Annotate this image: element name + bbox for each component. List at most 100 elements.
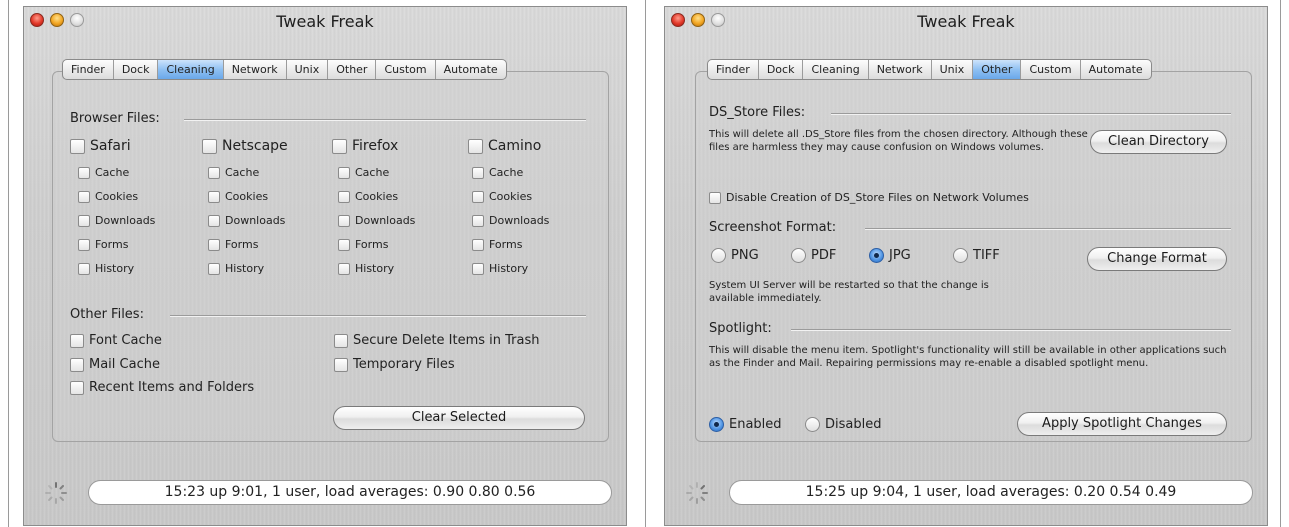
camino-forms-checkbox[interactable]: Forms — [472, 238, 522, 251]
tab-other[interactable]: Other — [973, 60, 1022, 79]
camino-checkbox[interactable]: Camino — [468, 138, 541, 154]
checkbox-box[interactable] — [472, 262, 484, 275]
netscape-cookies-checkbox[interactable]: Cookies — [208, 190, 268, 203]
format-png-radio[interactable]: PNG — [711, 248, 759, 263]
mail-cache-checkbox[interactable]: Mail Cache — [70, 357, 160, 372]
tab-automate[interactable]: Automate — [436, 60, 506, 79]
checkbox-box[interactable] — [334, 357, 348, 372]
checkbox-box[interactable] — [472, 238, 484, 251]
netscape-checkbox[interactable]: Netscape — [202, 138, 288, 154]
firefox-downloads-checkbox[interactable]: Downloads — [338, 214, 415, 227]
radio-circle[interactable] — [805, 417, 820, 432]
tab-custom[interactable]: Custom — [376, 60, 436, 79]
safari-cache-checkbox[interactable]: Cache — [78, 166, 129, 179]
spotlight-disabled-radio[interactable]: Disabled — [805, 417, 881, 432]
safari-downloads-checkbox[interactable]: Downloads — [78, 214, 155, 227]
spotlight-enabled-radio[interactable]: Enabled — [709, 417, 782, 432]
checkbox-label: Forms — [489, 238, 523, 251]
tab-other[interactable]: Other — [328, 60, 377, 79]
browser-files-separator — [184, 119, 586, 121]
checkbox-box[interactable] — [202, 138, 217, 154]
radio-label: TIFF — [973, 248, 1000, 263]
checkbox-box[interactable] — [338, 262, 350, 275]
checkbox-box[interactable] — [70, 357, 84, 372]
tab-custom[interactable]: Custom — [1021, 60, 1081, 79]
checkbox-box[interactable] — [78, 166, 90, 179]
checkbox-box[interactable] — [208, 166, 220, 179]
tab-finder[interactable]: Finder — [63, 60, 114, 79]
tab-network[interactable]: Network — [869, 60, 932, 79]
checkbox-box[interactable] — [334, 333, 348, 348]
change-format-button[interactable]: Change Format — [1087, 247, 1227, 271]
apply-spotlight-changes-button[interactable]: Apply Spotlight Changes — [1017, 412, 1227, 436]
clear-selected-button[interactable]: Clear Selected — [333, 406, 585, 430]
checkbox-box[interactable] — [70, 333, 84, 348]
radio-circle-selected[interactable] — [709, 417, 724, 432]
tab-cleaning[interactable]: Cleaning — [158, 60, 224, 79]
tab-automate[interactable]: Automate — [1081, 60, 1151, 79]
firefox-cookies-checkbox[interactable]: Cookies — [338, 190, 398, 203]
checkbox-box[interactable] — [709, 191, 721, 204]
radio-label: Enabled — [729, 417, 782, 432]
netscape-history-checkbox[interactable]: History — [208, 262, 264, 275]
camino-label: Camino — [488, 138, 542, 154]
netscape-forms-checkbox[interactable]: Forms — [208, 238, 258, 251]
format-jpg-radio[interactable]: JPG — [869, 248, 911, 263]
firefox-history-checkbox[interactable]: History — [338, 262, 394, 275]
camino-cache-checkbox[interactable]: Cache — [472, 166, 523, 179]
checkbox-box[interactable] — [338, 238, 350, 251]
camino-history-checkbox[interactable]: History — [472, 262, 528, 275]
checkbox-box[interactable] — [208, 262, 220, 275]
radio-circle[interactable] — [953, 248, 968, 263]
tab-dock[interactable]: Dock — [114, 60, 159, 79]
checkbox-box[interactable] — [78, 238, 90, 251]
checkbox-box[interactable] — [332, 138, 347, 154]
checkbox-label: History — [225, 262, 265, 275]
disable-ds-store-checkbox[interactable]: Disable Creation of DS_Store Files on Ne… — [709, 191, 1029, 204]
safari-checkbox[interactable]: Safari — [70, 138, 131, 154]
checkbox-box[interactable] — [208, 238, 220, 251]
checkbox-box[interactable] — [472, 190, 484, 203]
clean-directory-button[interactable]: Clean Directory — [1090, 130, 1227, 154]
tab-cleaning[interactable]: Cleaning — [803, 60, 869, 79]
tab-unix[interactable]: Unix — [932, 60, 974, 79]
secure-delete-checkbox[interactable]: Secure Delete Items in Trash — [334, 333, 540, 348]
radio-circle[interactable] — [791, 248, 806, 263]
camino-cookies-checkbox[interactable]: Cookies — [472, 190, 532, 203]
checkbox-box[interactable] — [338, 190, 350, 203]
font-cache-checkbox[interactable]: Font Cache — [70, 333, 162, 348]
checkbox-box[interactable] — [70, 380, 84, 395]
safari-history-checkbox[interactable]: History — [78, 262, 134, 275]
safari-cookies-checkbox[interactable]: Cookies — [78, 190, 138, 203]
checkbox-box[interactable] — [78, 262, 90, 275]
recent-items-checkbox[interactable]: Recent Items and Folders — [70, 380, 254, 395]
safari-forms-checkbox[interactable]: Forms — [78, 238, 128, 251]
checkbox-box[interactable] — [208, 214, 220, 227]
checkbox-box[interactable] — [338, 166, 350, 179]
tab-finder[interactable]: Finder — [708, 60, 759, 79]
camino-downloads-checkbox[interactable]: Downloads — [472, 214, 549, 227]
firefox-cache-checkbox[interactable]: Cache — [338, 166, 389, 179]
checkbox-box[interactable] — [468, 138, 483, 154]
checkbox-box[interactable] — [70, 138, 85, 154]
netscape-downloads-checkbox[interactable]: Downloads — [208, 214, 285, 227]
checkbox-box[interactable] — [338, 214, 350, 227]
checkbox-label: Cache — [225, 166, 260, 179]
checkbox-box[interactable] — [472, 214, 484, 227]
checkbox-box[interactable] — [208, 190, 220, 203]
firefox-checkbox[interactable]: Firefox — [332, 138, 398, 154]
temporary-files-checkbox[interactable]: Temporary Files — [334, 357, 455, 372]
checkbox-label: Recent Items and Folders — [89, 380, 255, 395]
radio-circle-selected[interactable] — [869, 248, 884, 263]
format-tiff-radio[interactable]: TIFF — [953, 248, 1000, 263]
radio-circle[interactable] — [711, 248, 726, 263]
checkbox-box[interactable] — [78, 214, 90, 227]
format-pdf-radio[interactable]: PDF — [791, 248, 836, 263]
checkbox-box[interactable] — [472, 166, 484, 179]
tab-network[interactable]: Network — [224, 60, 287, 79]
firefox-forms-checkbox[interactable]: Forms — [338, 238, 388, 251]
tab-dock[interactable]: Dock — [759, 60, 804, 79]
netscape-cache-checkbox[interactable]: Cache — [208, 166, 259, 179]
tab-unix[interactable]: Unix — [287, 60, 329, 79]
checkbox-box[interactable] — [78, 190, 90, 203]
